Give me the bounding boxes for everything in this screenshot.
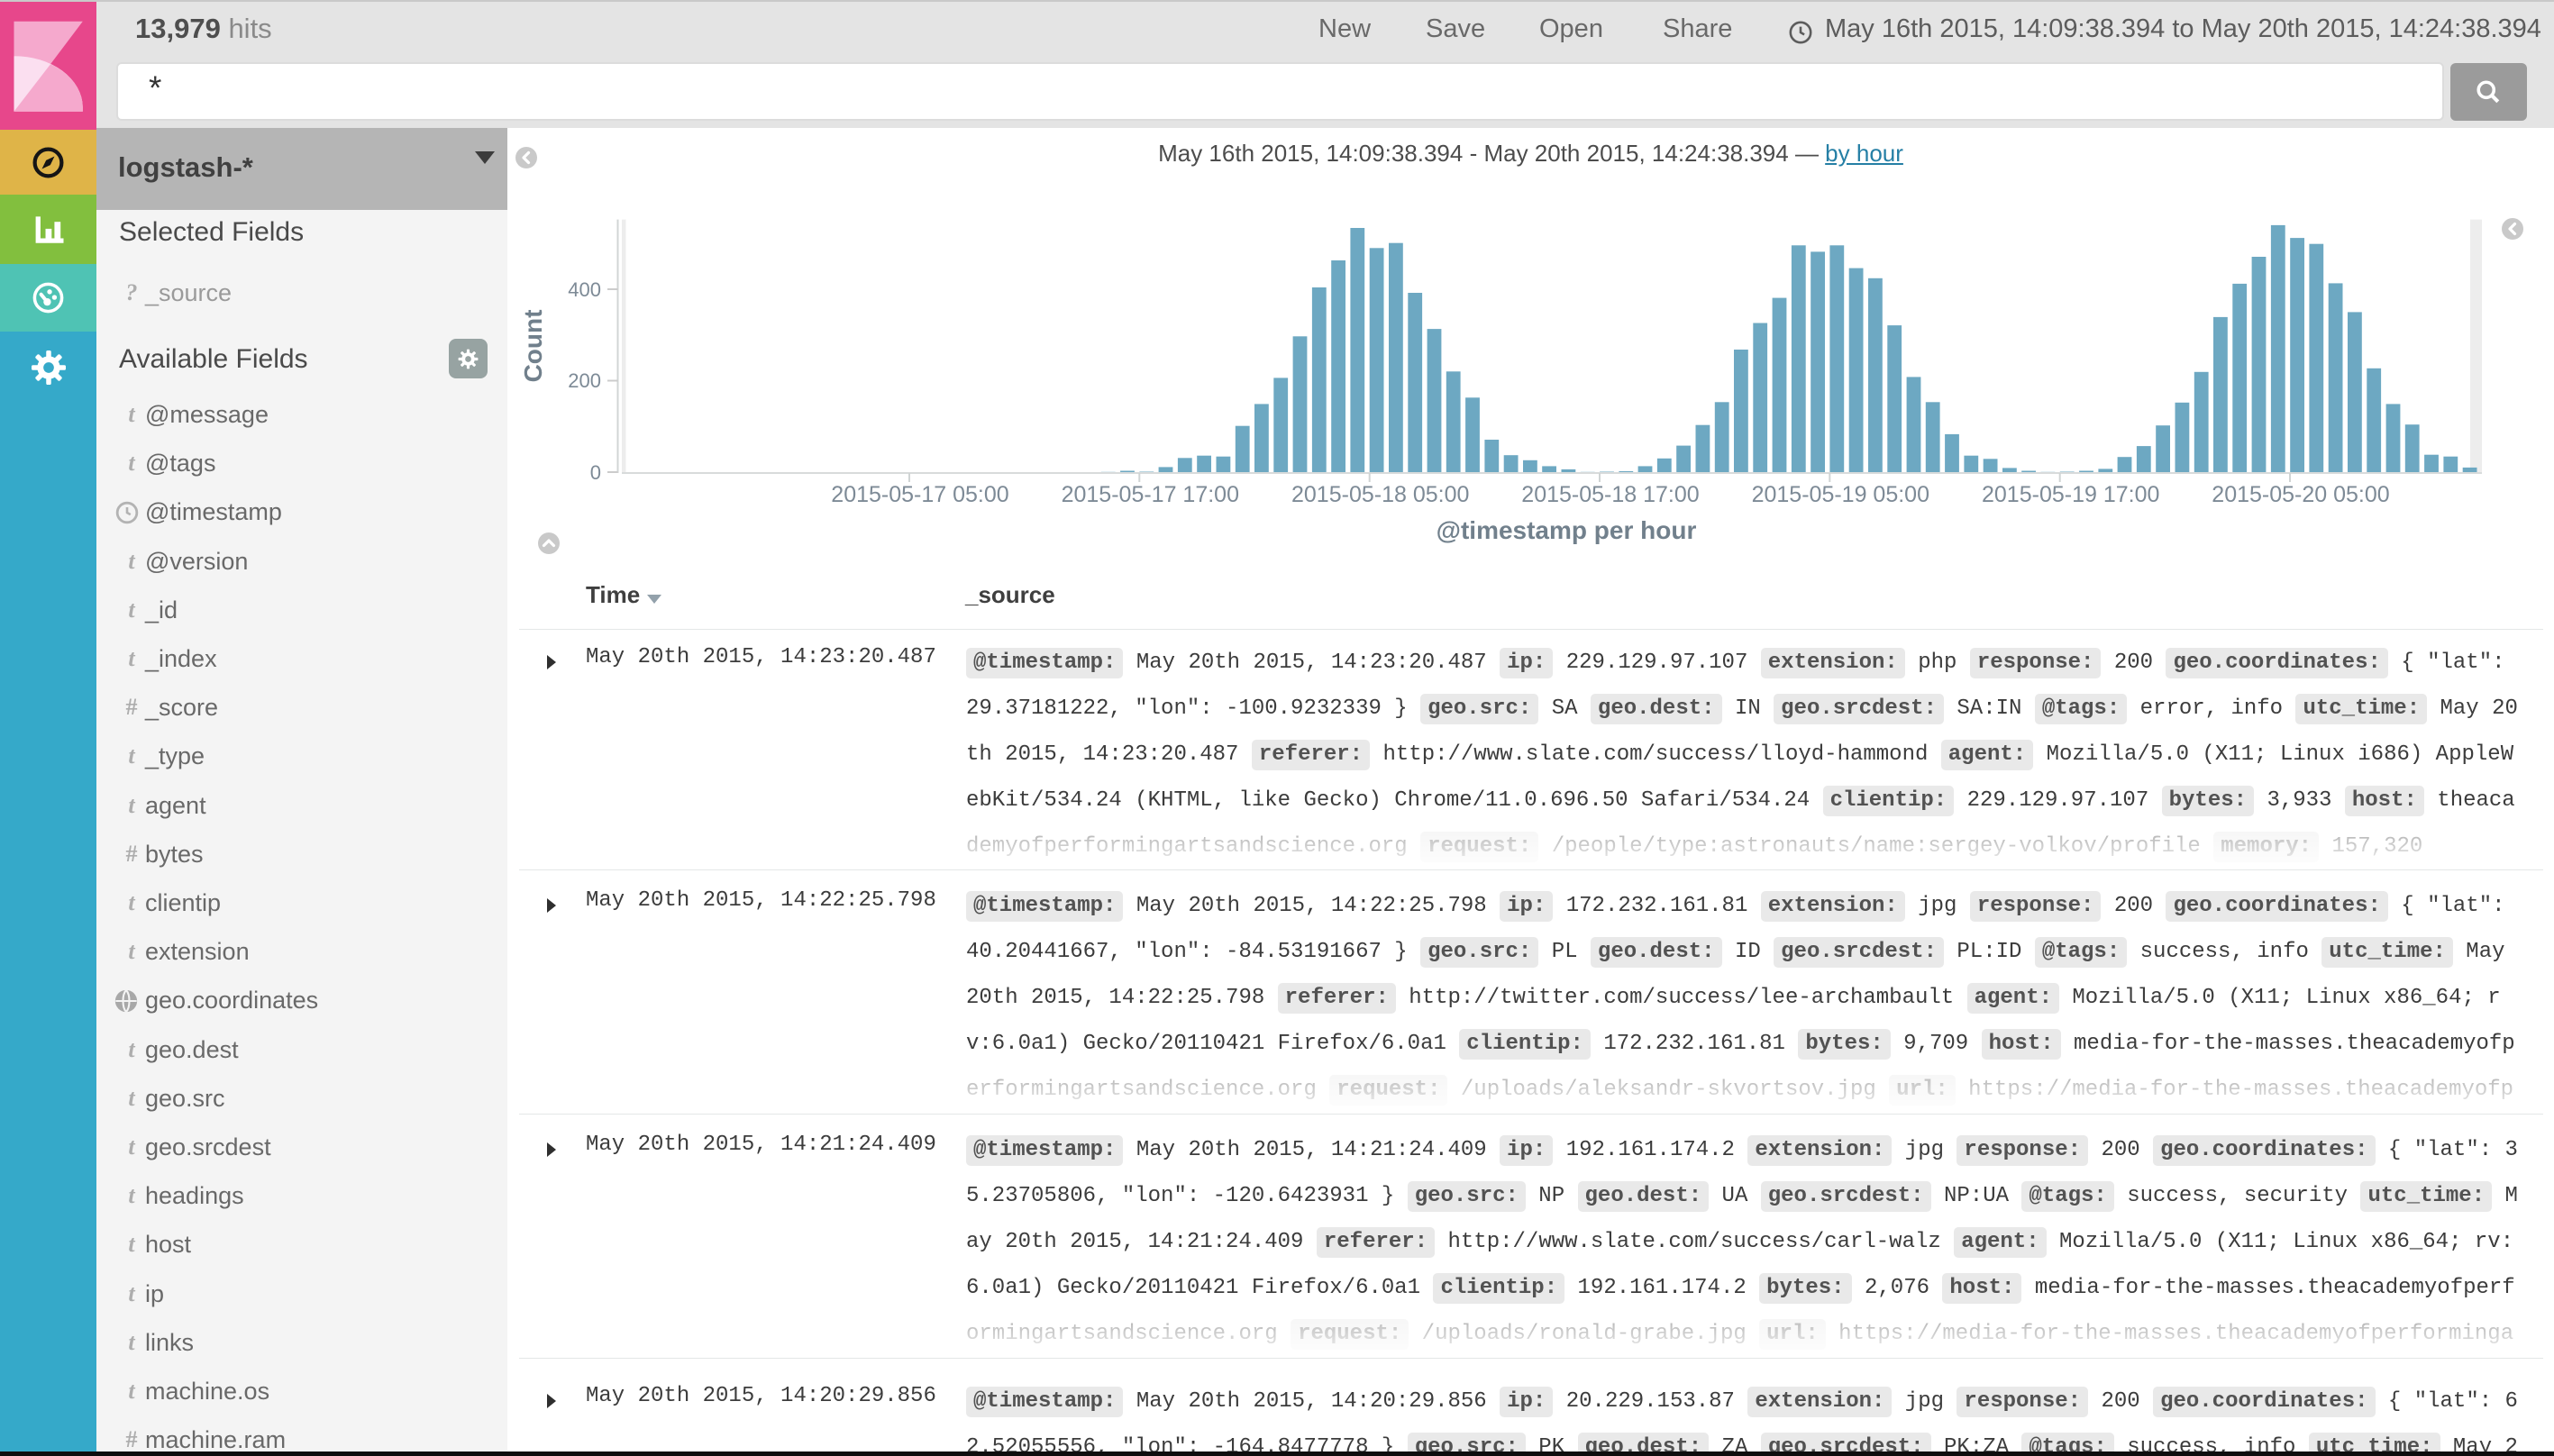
svg-text:Count: Count	[519, 310, 547, 383]
svg-text:@timestamp per hour: @timestamp per hour	[1437, 516, 1697, 544]
svg-text:2015-05-17 05:00: 2015-05-17 05:00	[831, 482, 1008, 507]
svg-text:2015-05-20 05:00: 2015-05-20 05:00	[2212, 482, 2389, 507]
svg-text:2015-05-19 05:00: 2015-05-19 05:00	[1752, 482, 1929, 507]
svg-text:400: 400	[568, 278, 601, 301]
svg-text:2015-05-18 05:00: 2015-05-18 05:00	[1291, 482, 1469, 507]
svg-text:2015-05-18 17:00: 2015-05-18 17:00	[1521, 482, 1699, 507]
svg-text:0: 0	[590, 461, 601, 484]
svg-text:2015-05-19 17:00: 2015-05-19 17:00	[1982, 482, 2159, 507]
svg-text:200: 200	[568, 369, 601, 392]
svg-text:2015-05-17 17:00: 2015-05-17 17:00	[1062, 482, 1239, 507]
